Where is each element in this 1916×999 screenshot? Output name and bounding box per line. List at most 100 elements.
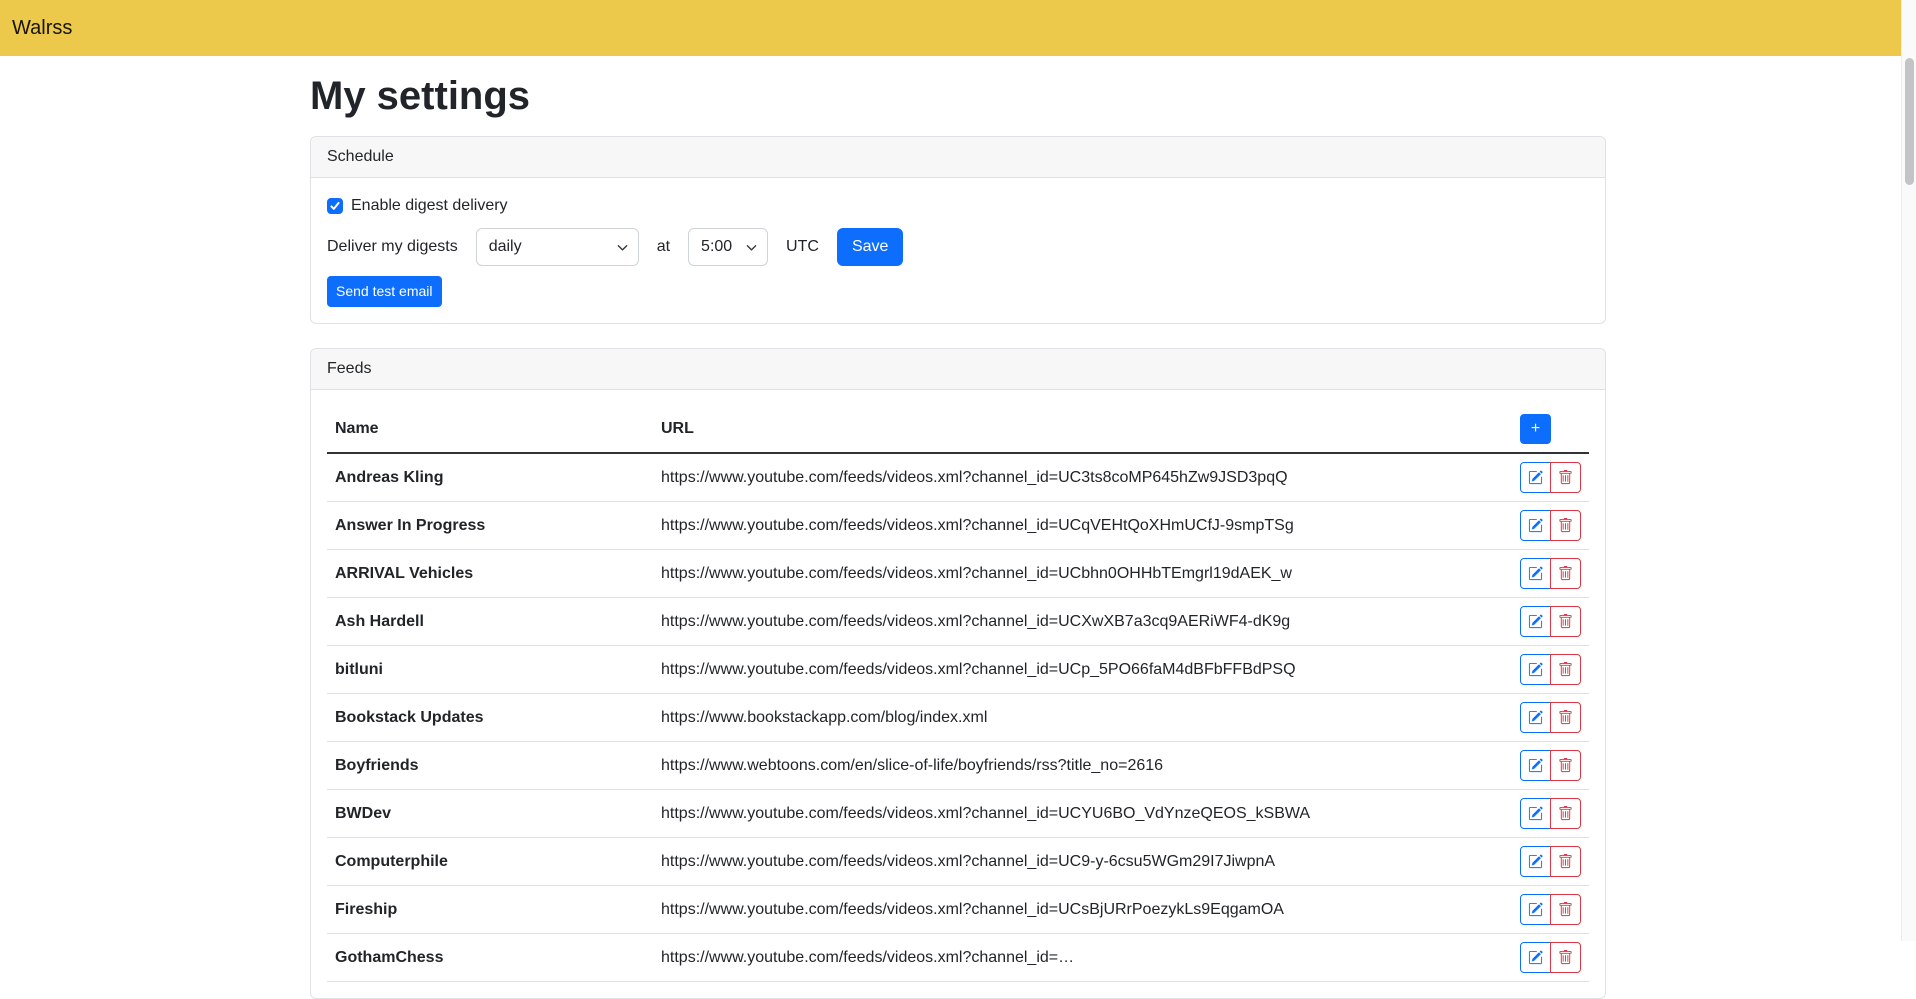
feed-url: https://www.youtube.com/feeds/videos.xml… — [653, 886, 1512, 934]
edit-feed-button[interactable] — [1520, 894, 1551, 925]
feed-url: https://www.youtube.com/feeds/videos.xml… — [653, 790, 1512, 838]
delete-feed-button[interactable] — [1550, 798, 1581, 829]
feeds-table-head: Name URL + — [327, 406, 1589, 453]
navbar: Walrss — [0, 0, 1916, 56]
chevron-down-icon — [617, 242, 628, 253]
feed-actions — [1512, 886, 1589, 934]
feed-name: Ash Hardell — [327, 598, 653, 646]
feed-name: BWDev — [327, 790, 653, 838]
edit-feed-button[interactable] — [1520, 510, 1551, 541]
edit-feed-button[interactable] — [1520, 462, 1551, 493]
pencil-square-icon — [1528, 662, 1543, 677]
feed-actions — [1512, 598, 1589, 646]
edit-feed-button[interactable] — [1520, 750, 1551, 781]
feed-url: https://www.youtube.com/feeds/videos.xml… — [653, 838, 1512, 886]
delete-feed-button[interactable] — [1550, 942, 1581, 973]
feed-name: Fireship — [327, 886, 653, 934]
pencil-square-icon — [1528, 710, 1543, 725]
feeds-card: Feeds Name URL + Andreas Kling https://w… — [310, 348, 1606, 999]
delete-feed-button[interactable] — [1550, 558, 1581, 589]
frequency-select-value: daily — [489, 238, 522, 256]
feed-actions — [1512, 502, 1589, 550]
edit-feed-button[interactable] — [1520, 654, 1551, 685]
enable-digest-checkbox[interactable] — [327, 198, 343, 214]
enable-digest-label[interactable]: Enable digest delivery — [351, 194, 508, 218]
feed-actions-group — [1520, 942, 1581, 973]
feed-actions-group — [1520, 702, 1581, 733]
feeds-card-body: Name URL + Andreas Kling https://www.you… — [311, 390, 1605, 998]
delete-feed-button[interactable] — [1550, 510, 1581, 541]
trash-icon — [1558, 710, 1573, 725]
delete-feed-button[interactable] — [1550, 654, 1581, 685]
feed-actions — [1512, 550, 1589, 598]
trash-icon — [1558, 854, 1573, 869]
time-select[interactable]: 5:00 — [688, 228, 768, 266]
table-row: Andreas Kling https://www.youtube.com/fe… — [327, 453, 1589, 502]
feed-url: https://www.webtoons.com/en/slice-of-lif… — [653, 742, 1512, 790]
feed-name: bitluni — [327, 646, 653, 694]
pencil-square-icon — [1528, 806, 1543, 821]
pencil-square-icon — [1528, 566, 1543, 581]
feed-name: Andreas Kling — [327, 453, 653, 502]
scrollbar[interactable] — [1901, 0, 1916, 941]
feed-name: Bookstack Updates — [327, 694, 653, 742]
feeds-card-header: Feeds — [311, 349, 1605, 390]
table-row: bitluni https://www.youtube.com/feeds/vi… — [327, 646, 1589, 694]
edit-feed-button[interactable] — [1520, 942, 1551, 973]
feed-actions — [1512, 742, 1589, 790]
feed-actions-group — [1520, 510, 1581, 541]
feed-actions-group — [1520, 654, 1581, 685]
add-feed-button[interactable]: + — [1520, 414, 1551, 444]
column-header-actions: + — [1512, 406, 1589, 453]
feed-name: Computerphile — [327, 838, 653, 886]
delete-feed-button[interactable] — [1550, 606, 1581, 637]
feed-actions-group — [1520, 846, 1581, 877]
feed-actions — [1512, 790, 1589, 838]
frequency-select[interactable]: daily — [476, 228, 639, 266]
pencil-square-icon — [1528, 518, 1543, 533]
edit-feed-button[interactable] — [1520, 558, 1551, 589]
feed-actions-group — [1520, 558, 1581, 589]
trash-icon — [1558, 806, 1573, 821]
feed-actions — [1512, 646, 1589, 694]
edit-feed-button[interactable] — [1520, 798, 1551, 829]
trash-icon — [1558, 518, 1573, 533]
save-button[interactable]: Save — [837, 228, 903, 266]
trash-icon — [1558, 566, 1573, 581]
edit-feed-button[interactable] — [1520, 606, 1551, 637]
delete-feed-button[interactable] — [1550, 702, 1581, 733]
trash-icon — [1558, 614, 1573, 629]
scrollbar-thumb[interactable] — [1905, 58, 1914, 185]
pencil-square-icon — [1528, 950, 1543, 965]
table-row: Ash Hardell https://www.youtube.com/feed… — [327, 598, 1589, 646]
brand-link[interactable]: Walrss — [12, 17, 72, 40]
delete-feed-button[interactable] — [1550, 894, 1581, 925]
table-row: ARRIVAL Vehicles https://www.youtube.com… — [327, 550, 1589, 598]
feed-name: Answer In Progress — [327, 502, 653, 550]
table-row: Computerphile https://www.youtube.com/fe… — [327, 838, 1589, 886]
trash-icon — [1558, 950, 1573, 965]
page-title: My settings — [310, 72, 1606, 120]
at-label: at — [657, 238, 670, 256]
delete-feed-button[interactable] — [1550, 846, 1581, 877]
delete-feed-button[interactable] — [1550, 462, 1581, 493]
table-row: Bookstack Updates https://www.bookstacka… — [327, 694, 1589, 742]
schedule-card-body: Enable digest delivery Deliver my digest… — [311, 178, 1605, 323]
pencil-square-icon — [1528, 854, 1543, 869]
edit-feed-button[interactable] — [1520, 846, 1551, 877]
feeds-table-body: Andreas Kling https://www.youtube.com/fe… — [327, 453, 1589, 982]
feed-actions-group — [1520, 798, 1581, 829]
schedule-card-header: Schedule — [311, 137, 1605, 178]
feed-url: https://www.bookstackapp.com/blog/index.… — [653, 694, 1512, 742]
feeds-table: Name URL + Andreas Kling https://www.you… — [327, 406, 1589, 982]
delivery-controls-row: Deliver my digests daily at 5:00 UTC Sav… — [327, 228, 1589, 266]
column-header-url: URL — [653, 406, 1512, 453]
feed-actions-group — [1520, 750, 1581, 781]
send-test-email-button[interactable]: Send test email — [327, 276, 442, 307]
edit-feed-button[interactable] — [1520, 702, 1551, 733]
chevron-down-icon — [746, 242, 757, 253]
pencil-square-icon — [1528, 614, 1543, 629]
feed-actions — [1512, 838, 1589, 886]
delete-feed-button[interactable] — [1550, 750, 1581, 781]
column-header-name: Name — [327, 406, 653, 453]
